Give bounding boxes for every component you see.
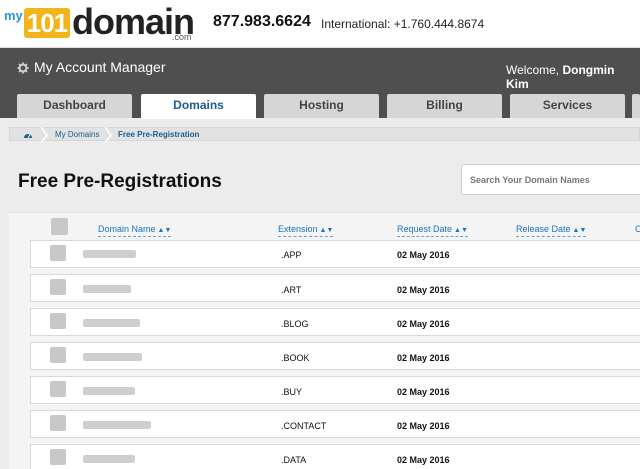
tab-domains[interactable]: Domains [141,94,256,119]
row-extension: .APP [281,250,302,260]
column-header-extension[interactable]: Extension ▲▼ [278,224,334,237]
blurred-domain-name [83,250,136,258]
blurred-domain-name [83,353,142,361]
page-title: Free Pre-Registrations [18,171,222,192]
gear-icon [17,62,29,74]
row-request-date: 02 May 2016 [397,250,450,260]
row-checkbox[interactable] [50,415,66,431]
row-extension: .BUY [281,387,303,397]
international-phone: International: +1.760.444.8674 [321,17,485,31]
blurred-domain-name [83,421,151,429]
row-request-date: 02 May 2016 [397,285,450,295]
row-extension: .DATA [281,455,307,465]
select-all-checkbox[interactable] [51,218,68,235]
dashboard-icon[interactable] [23,130,33,139]
breadcrumb-separator-icon [104,127,112,143]
tab-dashboard[interactable]: Dashboard [17,94,132,118]
search-input[interactable] [461,164,640,195]
phone-number: 877.983.6624 [213,13,311,30]
my101domain-logo[interactable]: my 101 domain .com [4,2,195,46]
row-checkbox[interactable] [50,279,66,295]
column-header-truncated[interactable]: C [635,224,640,234]
sort-icon: ▲▼ [454,227,468,234]
sort-icon: ▲▼ [157,227,172,234]
blurred-domain-name [83,387,135,395]
row-checkbox[interactable] [50,381,66,397]
column-header-request-date[interactable]: Request Date ▲▼ [397,224,468,237]
row-checkbox[interactable] [50,347,66,363]
breadcrumb-my-domains[interactable]: My Domains [55,130,99,139]
breadcrumb-separator-icon [40,127,48,143]
blurred-domain-name [83,455,135,463]
row-extension: .BOOK [281,353,310,363]
row-checkbox[interactable] [50,449,66,465]
tab-services[interactable]: Services [510,94,625,118]
blurred-domain-name [83,285,131,293]
row-extension: .CONTACT [281,421,327,431]
account-manager-title: My Account Manager [34,59,166,75]
column-header-release-date[interactable]: Release Date ▲▼ [516,224,587,237]
row-request-date: 02 May 2016 [397,387,450,397]
row-request-date: 02 May 2016 [397,455,450,465]
row-request-date: 02 May 2016 [397,421,450,431]
row-checkbox[interactable] [50,313,66,329]
row-extension: .BLOG [281,319,309,329]
tab-more[interactable] [632,94,640,118]
column-header-domain-name[interactable]: Domain Name ▲▼ [98,224,172,237]
row-request-date: 02 May 2016 [397,319,450,329]
row-extension: .ART [281,285,302,295]
row-checkbox[interactable] [50,245,66,261]
sort-icon: ▲▼ [319,227,334,234]
welcome-message: Welcome, Dongmin Kim [506,63,615,91]
tab-billing[interactable]: Billing [387,94,502,118]
blurred-domain-name [83,319,140,327]
tab-hosting[interactable]: Hosting [264,94,379,118]
breadcrumb-current: Free Pre-Registration [118,130,200,139]
row-request-date: 02 May 2016 [397,353,450,363]
sort-icon: ▲▼ [572,227,587,234]
